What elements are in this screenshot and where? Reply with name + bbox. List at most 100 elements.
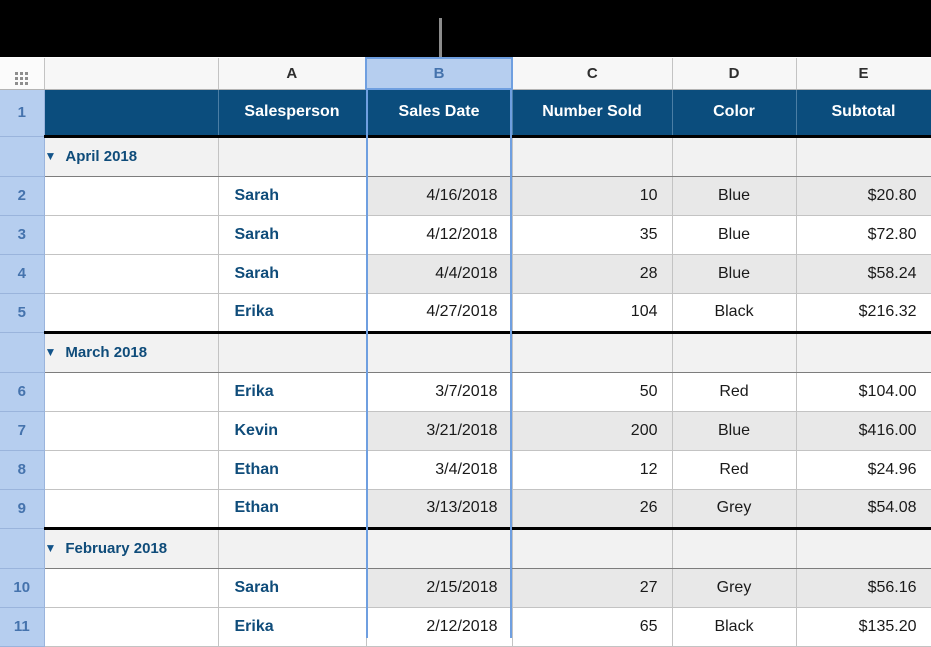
cell-group-col[interactable] — [44, 254, 218, 293]
cell-subtotal[interactable]: $416.00 — [796, 411, 931, 450]
cell-subtotal[interactable]: $104.00 — [796, 372, 931, 411]
table-row[interactable]: 3 Sarah 4/12/2018 35 Blue $72.80 — [0, 215, 931, 254]
cell-number-sold[interactable]: 10 — [512, 176, 672, 215]
group-label-cell-march[interactable]: ▼March 2018 — [44, 332, 218, 372]
column-header-d[interactable]: D — [672, 58, 796, 89]
column-header-a[interactable]: A — [218, 58, 366, 89]
cell-number-sold[interactable]: 50 — [512, 372, 672, 411]
cell-sales-date[interactable]: 4/27/2018 — [366, 293, 512, 332]
row-header[interactable]: 7 — [0, 411, 44, 450]
row-header-group-april[interactable] — [0, 136, 44, 176]
cell-number-sold[interactable]: 28 — [512, 254, 672, 293]
row-header[interactable]: 4 — [0, 254, 44, 293]
cell-subtotal[interactable]: $20.80 — [796, 176, 931, 215]
column-header-b[interactable]: B — [366, 58, 512, 89]
disclosure-triangle-icon[interactable]: ▼ — [45, 541, 57, 555]
cell-salesperson[interactable]: Sarah — [218, 568, 366, 607]
cell-color[interactable]: Grey — [672, 489, 796, 528]
column-header-blank[interactable] — [44, 58, 218, 89]
cell-salesperson[interactable]: Erika — [218, 372, 366, 411]
cell-number-sold[interactable]: 65 — [512, 607, 672, 646]
cell-group-col[interactable] — [44, 568, 218, 607]
cell-salesperson[interactable]: Ethan — [218, 489, 366, 528]
cell-salesperson[interactable]: Sarah — [218, 215, 366, 254]
row-header-group-march[interactable] — [0, 332, 44, 372]
column-header-c[interactable]: C — [512, 58, 672, 89]
cell-group-col[interactable] — [44, 372, 218, 411]
table-row[interactable]: 4 Sarah 4/4/2018 28 Blue $58.24 — [0, 254, 931, 293]
row-header-group-february[interactable] — [0, 528, 44, 568]
cell-subtotal[interactable]: $24.96 — [796, 450, 931, 489]
cell-number-sold[interactable]: 200 — [512, 411, 672, 450]
group-label-cell-february[interactable]: ▼February 2018 — [44, 528, 218, 568]
cell-group-col[interactable] — [44, 176, 218, 215]
group-row-february[interactable]: ▼February 2018 — [0, 528, 931, 568]
cell-group-col[interactable] — [44, 411, 218, 450]
cell-group-col[interactable] — [44, 450, 218, 489]
cell-number-sold[interactable]: 26 — [512, 489, 672, 528]
cell-color[interactable]: Red — [672, 372, 796, 411]
cell-salesperson[interactable]: Sarah — [218, 176, 366, 215]
cell-sales-date[interactable]: 3/7/2018 — [366, 372, 512, 411]
row-header[interactable]: 8 — [0, 450, 44, 489]
cell-number-sold[interactable]: 12 — [512, 450, 672, 489]
disclosure-triangle-icon[interactable]: ▼ — [45, 149, 57, 163]
row-header-1[interactable]: 1 — [0, 89, 44, 136]
cell-color[interactable]: Blue — [672, 176, 796, 215]
cell-number-sold[interactable]: 35 — [512, 215, 672, 254]
row-header[interactable]: 5 — [0, 293, 44, 332]
cell-subtotal[interactable]: $54.08 — [796, 489, 931, 528]
select-all-corner[interactable] — [0, 58, 44, 89]
table-row[interactable]: 11 Erika 2/12/2018 65 Black $135.20 — [0, 607, 931, 646]
cell-salesperson[interactable]: Ethan — [218, 450, 366, 489]
group-label-cell-april[interactable]: ▼April 2018 — [44, 136, 218, 176]
table-row[interactable]: 9 Ethan 3/13/2018 26 Grey $54.08 — [0, 489, 931, 528]
row-header[interactable]: 2 — [0, 176, 44, 215]
cell-color[interactable]: Grey — [672, 568, 796, 607]
cell-color[interactable]: Blue — [672, 254, 796, 293]
cell-sales-date[interactable]: 2/12/2018 — [366, 607, 512, 646]
cell-subtotal[interactable]: $135.20 — [796, 607, 931, 646]
cell-salesperson[interactable]: Erika — [218, 607, 366, 646]
cell-color[interactable]: Red — [672, 450, 796, 489]
table-row[interactable]: 10 Sarah 2/15/2018 27 Grey $56.16 — [0, 568, 931, 607]
row-header[interactable]: 6 — [0, 372, 44, 411]
cell-group-col[interactable] — [44, 607, 218, 646]
cell-sales-date[interactable]: 3/4/2018 — [366, 450, 512, 489]
cell-salesperson[interactable]: Sarah — [218, 254, 366, 293]
cell-subtotal[interactable]: $58.24 — [796, 254, 931, 293]
row-header[interactable]: 3 — [0, 215, 44, 254]
cell-subtotal[interactable]: $216.32 — [796, 293, 931, 332]
table-row[interactable]: 6 Erika 3/7/2018 50 Red $104.00 — [0, 372, 931, 411]
cell-color[interactable]: Blue — [672, 215, 796, 254]
row-header[interactable]: 10 — [0, 568, 44, 607]
cell-sales-date[interactable]: 3/21/2018 — [366, 411, 512, 450]
cell-color[interactable]: Blue — [672, 411, 796, 450]
table-row[interactable]: 2 Sarah 4/16/2018 10 Blue $20.80 — [0, 176, 931, 215]
cell-color[interactable]: Black — [672, 607, 796, 646]
row-header[interactable]: 11 — [0, 607, 44, 646]
cell-group-col[interactable] — [44, 489, 218, 528]
cell-sales-date[interactable]: 4/12/2018 — [366, 215, 512, 254]
cell-sales-date[interactable]: 4/4/2018 — [366, 254, 512, 293]
row-header[interactable]: 9 — [0, 489, 44, 528]
cell-number-sold[interactable]: 27 — [512, 568, 672, 607]
cell-sales-date[interactable]: 4/16/2018 — [366, 176, 512, 215]
table-row[interactable]: 7 Kevin 3/21/2018 200 Blue $416.00 — [0, 411, 931, 450]
cell-group-col[interactable] — [44, 293, 218, 332]
cell-color[interactable]: Black — [672, 293, 796, 332]
cell-sales-date[interactable]: 3/13/2018 — [366, 489, 512, 528]
column-header-e[interactable]: E — [796, 58, 931, 89]
cell-number-sold[interactable]: 104 — [512, 293, 672, 332]
cell-salesperson[interactable]: Erika — [218, 293, 366, 332]
cell-sales-date[interactable]: 2/15/2018 — [366, 568, 512, 607]
cell-subtotal[interactable]: $56.16 — [796, 568, 931, 607]
cell-subtotal[interactable]: $72.80 — [796, 215, 931, 254]
table-row[interactable]: 8 Ethan 3/4/2018 12 Red $24.96 — [0, 450, 931, 489]
group-row-april[interactable]: ▼April 2018 — [0, 136, 931, 176]
group-row-march[interactable]: ▼March 2018 — [0, 332, 931, 372]
cell-salesperson[interactable]: Kevin — [218, 411, 366, 450]
disclosure-triangle-icon[interactable]: ▼ — [45, 345, 57, 359]
cell-group-col[interactable] — [44, 215, 218, 254]
table-row[interactable]: 5 Erika 4/27/2018 104 Black $216.32 — [0, 293, 931, 332]
